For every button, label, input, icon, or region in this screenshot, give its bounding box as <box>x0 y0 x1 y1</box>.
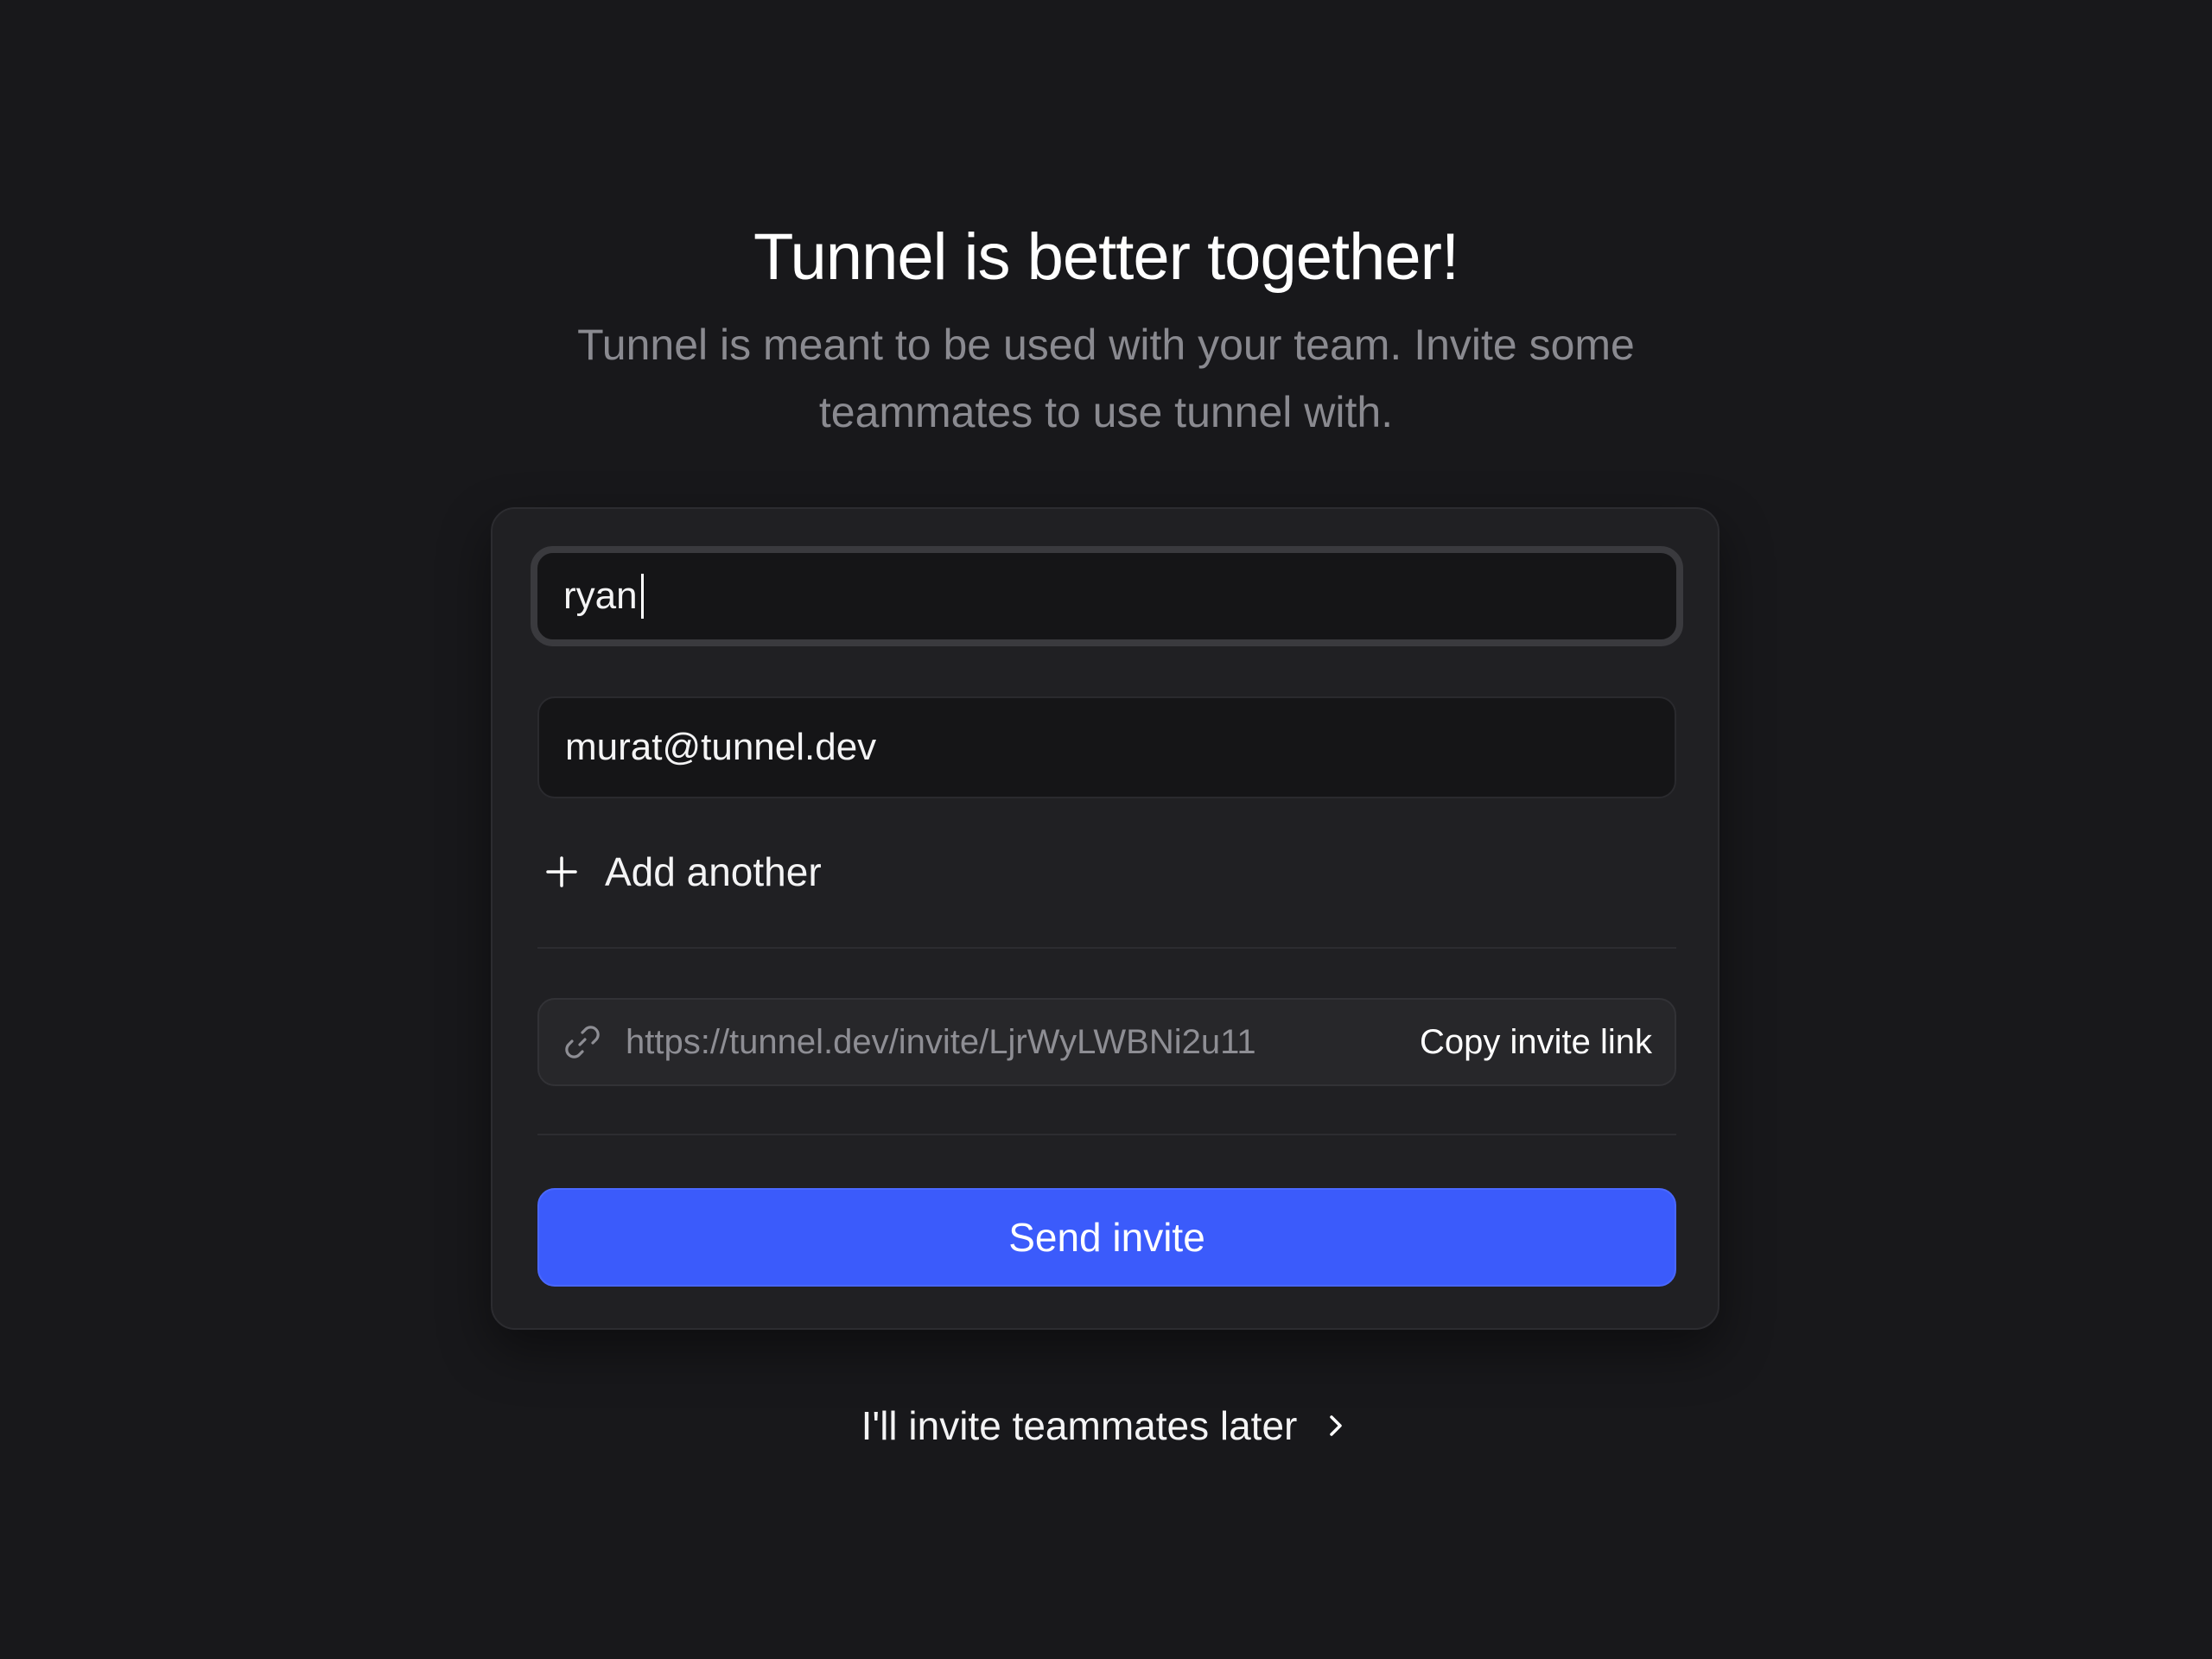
invite-input-1[interactable]: ryan <box>531 546 1683 646</box>
copy-invite-link-button[interactable]: Copy invite link <box>1420 1023 1675 1062</box>
invite-input-2-value: murat@tunnel.dev <box>565 726 877 768</box>
invite-later-link[interactable]: I'll invite teammates later <box>0 1391 2212 1460</box>
invite-teammates-page: Tunnel is better together! Tunnel is mea… <box>0 0 2212 1659</box>
text-caret <box>640 574 644 619</box>
chevron-right-icon <box>1330 1415 1343 1436</box>
invite-input-1-value: ryan <box>563 575 638 617</box>
link-icon <box>565 1026 600 1058</box>
invite-later-label: I'll invite teammates later <box>861 1403 1298 1448</box>
page-title: Tunnel is better together! <box>753 220 1459 294</box>
add-another-button[interactable]: Add another <box>544 837 822 906</box>
invite-card: ryan murat@tunnel.dev Add another https:… <box>491 507 1719 1330</box>
invite-link-url: https://tunnel.dev/invite/LjrWyLWBNi2u11 <box>626 1022 1256 1061</box>
send-invite-button[interactable]: Send invite <box>537 1188 1676 1287</box>
invite-link-row: https://tunnel.dev/invite/LjrWyLWBNi2u11… <box>537 998 1676 1086</box>
divider <box>537 1134 1676 1135</box>
add-another-label: Add another <box>605 849 822 894</box>
page-subtitle: Tunnel is meant to be used with your tea… <box>577 321 1635 436</box>
divider <box>537 947 1676 949</box>
invite-input-2[interactable]: murat@tunnel.dev <box>537 696 1676 798</box>
plus-icon <box>546 856 577 887</box>
